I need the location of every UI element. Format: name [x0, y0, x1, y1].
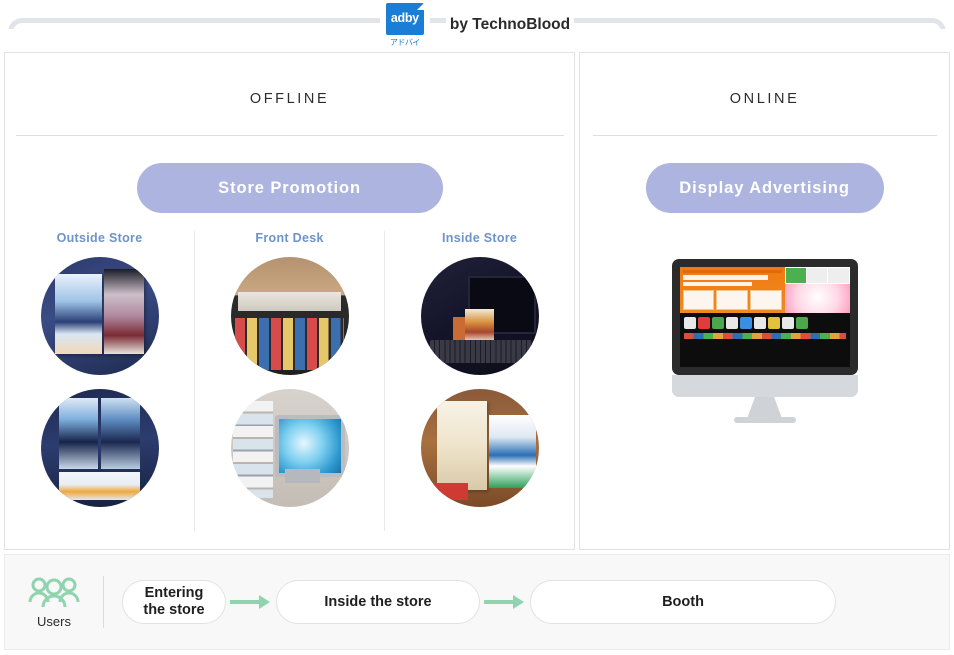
- screen-orange-banner: [680, 267, 785, 313]
- flow-step-inside-the-store[interactable]: Inside the store: [276, 580, 480, 624]
- flow-arrow-1-icon: [226, 595, 276, 609]
- flow-step-1-line1: Entering: [143, 585, 204, 602]
- front-desk-monitor-photo: [231, 389, 349, 507]
- flow-steps: Entering the store Inside the store Boot…: [104, 580, 949, 624]
- desktop-monitor-display-ad: [580, 259, 949, 423]
- game-poster-wall-photo: [41, 389, 159, 507]
- flow-step-entering-the-store[interactable]: Entering the store: [122, 580, 226, 624]
- monitor-icon: [672, 259, 858, 375]
- panel-online: ONLINE Display Advertising: [579, 52, 950, 550]
- panel-offline: OFFLINE Store Promotion Outside Store Fr…: [4, 52, 575, 550]
- users-group-icon: [28, 576, 80, 610]
- store-counter-photo: [231, 257, 349, 375]
- monitor-stand-neck: [748, 397, 782, 417]
- user-journey-bar: Users Entering the store Inside the stor…: [4, 554, 950, 650]
- monitor-stand-base: [734, 417, 796, 423]
- panels-container: OFFLINE Store Promotion Outside Store Fr…: [4, 52, 950, 550]
- game-poster-display-photo: [41, 257, 159, 375]
- counter-leaflet-stand-photo: [421, 389, 539, 507]
- column-label-inside-store: Inside Store: [442, 231, 517, 245]
- column-outside-store: Outside Store: [5, 231, 194, 531]
- header: adby アドバイ by TechnoBlood: [0, 0, 954, 50]
- screen-sidebar: [785, 267, 850, 313]
- infographic-root: adby アドバイ by TechnoBlood OFFLINE Store P…: [0, 0, 954, 655]
- screen-top-row: [680, 267, 850, 313]
- column-inside-store: Inside Store: [384, 231, 574, 531]
- flow-step-booth[interactable]: Booth: [530, 580, 836, 624]
- offline-columns: Outside Store Front Desk: [5, 231, 574, 531]
- users-label: Users: [37, 614, 71, 629]
- brand-byline: by TechnoBlood: [446, 16, 574, 34]
- users-block: Users: [5, 576, 103, 629]
- logo-wordmark: adby: [391, 12, 419, 26]
- panel-online-divider: [593, 135, 937, 136]
- logo-subtitle-japanese: アドバイ: [390, 37, 420, 48]
- column-front-desk: Front Desk: [194, 231, 384, 531]
- flow-step-1-line2: the store: [143, 602, 204, 619]
- panel-offline-divider: [16, 135, 564, 136]
- column-label-front-desk: Front Desk: [255, 231, 323, 245]
- screen-bottom-banners: [680, 339, 850, 346]
- monitor-chin: [672, 375, 858, 397]
- screen-icon-row: [680, 313, 850, 333]
- adby-logo: adby アドバイ: [380, 3, 430, 48]
- store-promotion-button[interactable]: Store Promotion: [137, 163, 443, 213]
- monitor-screen: [680, 267, 850, 367]
- logo-mark-icon: adby: [386, 3, 424, 35]
- display-advertising-button[interactable]: Display Advertising: [646, 163, 884, 213]
- panel-online-title: ONLINE: [580, 53, 949, 107]
- pc-station-flyers-photo: [421, 257, 539, 375]
- column-label-outside-store: Outside Store: [57, 231, 143, 245]
- flow-arrow-2-icon: [480, 595, 530, 609]
- panel-offline-title: OFFLINE: [5, 53, 574, 107]
